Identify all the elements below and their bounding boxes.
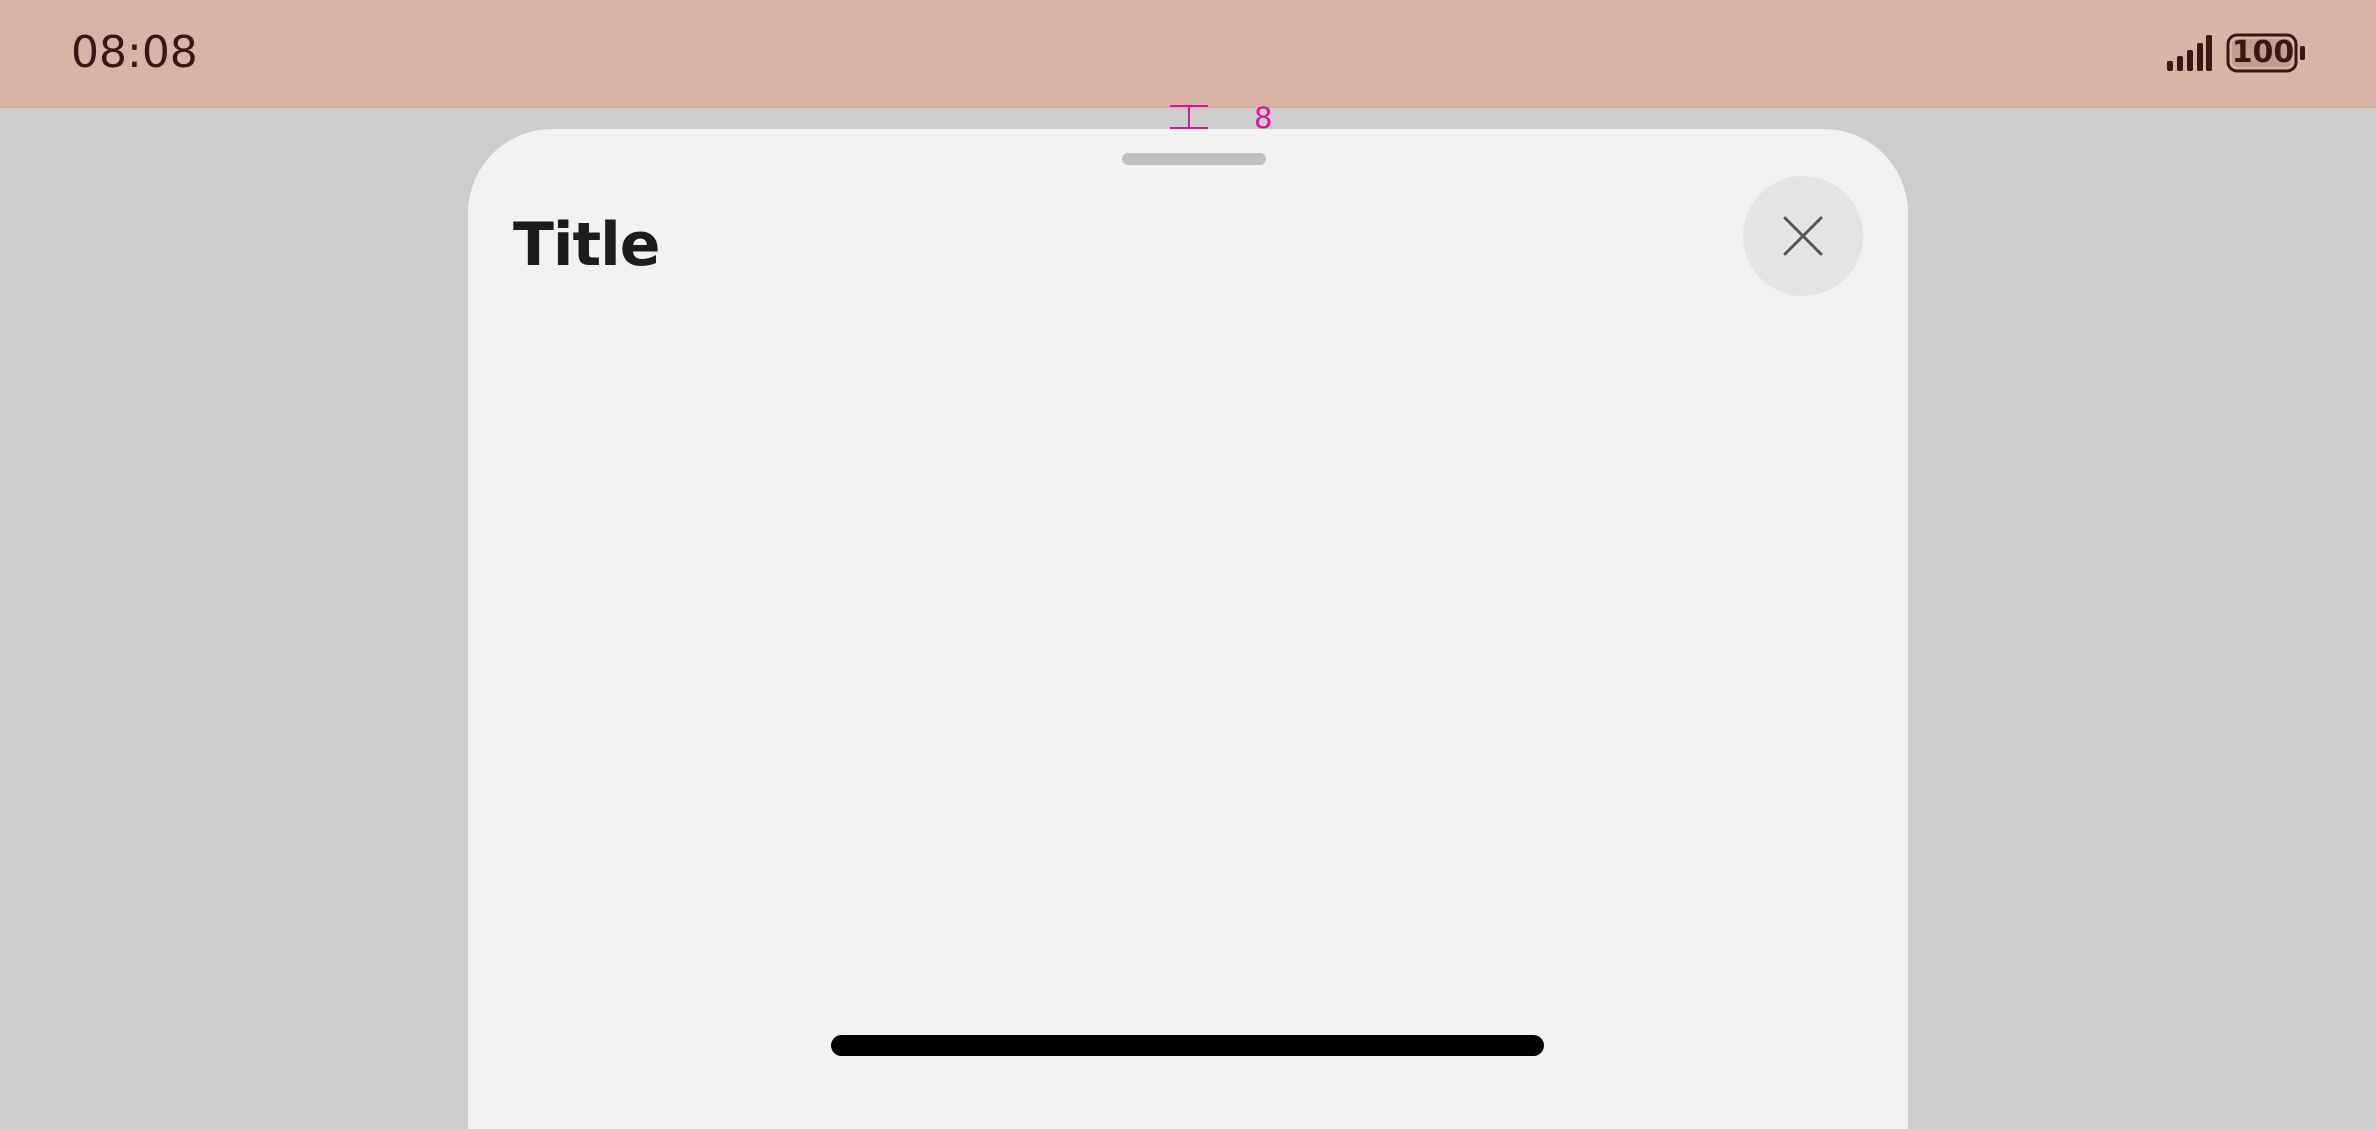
cellular-signal-icon — [2167, 35, 2212, 71]
drag-handle[interactable] — [1122, 153, 1266, 165]
bottom-sheet: Title — [468, 129, 1908, 1129]
close-button[interactable] — [1743, 176, 1863, 296]
status-time: 08:08 — [71, 27, 198, 78]
spacing-measure-icon — [1170, 105, 1208, 129]
close-icon — [1783, 216, 1823, 256]
status-bar: 08:08 100 — [0, 0, 2376, 108]
home-indicator[interactable] — [831, 1035, 1544, 1056]
battery-level: 100 — [2231, 35, 2295, 70]
sheet-title: Title — [513, 210, 660, 280]
